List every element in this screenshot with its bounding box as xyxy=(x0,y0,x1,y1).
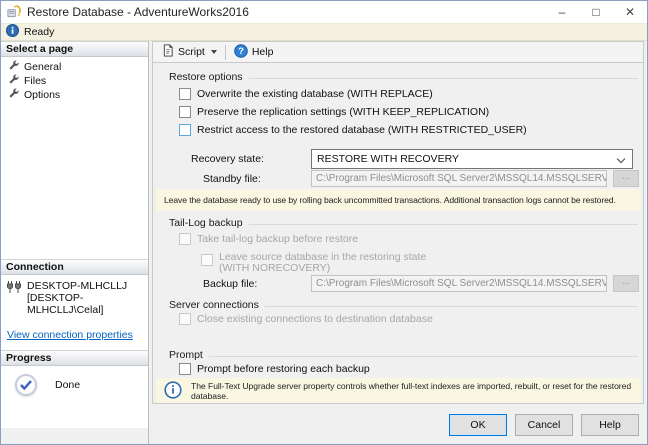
group-restore-options: Restore options xyxy=(169,71,638,83)
select-a-page-header: Select a page xyxy=(1,41,148,57)
fulltext-info-text: The Full-Text Upgrade server property co… xyxy=(191,381,632,401)
group-tail-log-backup: Tail-Log backup xyxy=(169,217,638,229)
sidebar-filler xyxy=(1,428,148,444)
prompt-checkbox[interactable] xyxy=(179,363,191,375)
group-label: Restore options xyxy=(169,71,243,83)
standby-file-browse-button: ... xyxy=(613,170,639,187)
connection-user: [DESKTOP-MLHCLLJ\Celal] xyxy=(27,292,104,316)
wrench-icon xyxy=(8,88,19,102)
progress-status: Done xyxy=(55,379,81,391)
recovery-note: Leave the database ready to use by rolli… xyxy=(156,189,641,211)
server-name: DESKTOP-MLHCLLJ xyxy=(27,280,128,292)
restore-database-icon xyxy=(7,4,21,21)
progress-panel: Done xyxy=(1,366,148,428)
take-tail-log-checkbox-row: Take tail-log backup before restore xyxy=(179,233,358,245)
toolbar-separator xyxy=(224,44,226,60)
close-button[interactable]: ✕ xyxy=(613,1,647,23)
info-icon xyxy=(6,24,19,40)
window-title: Restore Database - AdventureWorks2016 xyxy=(27,5,249,19)
restrict-access-checkbox[interactable] xyxy=(179,124,191,136)
progress-header: Progress xyxy=(1,350,148,366)
script-button-label: Script xyxy=(178,46,205,58)
server-connection-icon xyxy=(6,281,23,298)
group-server-connections: Server connections xyxy=(169,299,638,311)
close-connections-checkbox xyxy=(179,313,191,325)
leave-source-db-checkbox-row: Leave source database in the restoring s… xyxy=(201,252,426,274)
standby-file-input: C:\Program Files\Microsoft SQL Server2\M… xyxy=(311,170,607,187)
connection-panel: DESKTOP-MLHCLLJ [DESKTOP-MLHCLLJ\Celal] … xyxy=(1,275,148,350)
done-check-icon xyxy=(15,374,37,396)
preserve-replication-checkbox[interactable] xyxy=(179,106,191,118)
restrict-access-checkbox-label: Restrict access to the restored database… xyxy=(197,124,527,136)
info-circle-icon xyxy=(164,381,182,401)
leave-source-db-label-line2: (WITH NORECOVERY) xyxy=(219,262,331,274)
group-label: Prompt xyxy=(169,349,203,361)
take-tail-log-checkbox-label: Take tail-log backup before restore xyxy=(197,233,359,245)
wrench-icon xyxy=(8,60,19,74)
recovery-state-label: Recovery state: xyxy=(191,153,264,165)
sidebar-item-label: Files xyxy=(24,75,47,87)
window-controls: – □ ✕ xyxy=(545,1,647,23)
preserve-replication-checkbox-row: Preserve the replication settings (WITH … xyxy=(179,106,489,118)
chevron-down-icon xyxy=(616,154,626,164)
view-connection-properties-link[interactable]: View connection properties xyxy=(7,329,133,341)
group-prompt: Prompt xyxy=(169,349,638,361)
chevron-down-icon xyxy=(210,50,217,54)
overwrite-checkbox-label: Overwrite the existing database (WITH RE… xyxy=(197,88,433,100)
group-label: Tail-Log backup xyxy=(169,217,243,229)
wrench-icon xyxy=(8,74,19,88)
backup-file-input: C:\Program Files\Microsoft SQL Server2\M… xyxy=(311,275,607,292)
sidebar-item-general[interactable]: General xyxy=(1,60,148,74)
script-icon xyxy=(162,44,174,60)
preserve-replication-checkbox-label: Preserve the replication settings (WITH … xyxy=(197,106,490,118)
sidebar: Select a page General Files Options Conn… xyxy=(1,41,149,444)
restrict-access-checkbox-row: Restrict access to the restored database… xyxy=(179,124,527,136)
title-bar: Restore Database - AdventureWorks2016 – … xyxy=(1,1,647,23)
connection-info: DESKTOP-MLHCLLJ [DESKTOP-MLHCLLJ\Celal] xyxy=(27,280,148,316)
status-bar: Ready xyxy=(1,23,647,41)
backup-file-label: Backup file: xyxy=(203,278,258,290)
help-button[interactable]: ? Help xyxy=(229,42,279,63)
take-tail-log-checkbox xyxy=(179,233,191,245)
status-text: Ready xyxy=(24,26,55,38)
svg-text:?: ? xyxy=(238,46,244,57)
toolbar: Script ? Help xyxy=(152,41,644,63)
restore-database-dialog: Restore Database - AdventureWorks2016 – … xyxy=(0,0,648,445)
help-footer-button[interactable]: Help xyxy=(581,414,639,436)
connection-header: Connection xyxy=(1,259,148,275)
sidebar-item-files[interactable]: Files xyxy=(1,74,148,88)
options-page-content: Restore options Overwrite the existing d… xyxy=(152,63,644,404)
prompt-checkbox-row: Prompt before restoring each backup xyxy=(179,363,370,375)
group-label: Server connections xyxy=(169,299,259,311)
ok-button[interactable]: OK xyxy=(449,414,507,436)
recovery-state-dropdown[interactable]: RESTORE WITH RECOVERY xyxy=(311,149,633,169)
overwrite-checkbox[interactable] xyxy=(179,88,191,100)
help-icon: ? xyxy=(234,43,248,61)
recovery-state-value: RESTORE WITH RECOVERY xyxy=(317,153,459,165)
prompt-checkbox-label: Prompt before restoring each backup xyxy=(197,363,370,375)
leave-source-db-checkbox-label: Leave source database in the restoring s… xyxy=(219,252,426,274)
fulltext-info-box: The Full-Text Upgrade server property co… xyxy=(156,378,641,403)
standby-file-label: Standby file: xyxy=(203,173,261,185)
overwrite-checkbox-row: Overwrite the existing database (WITH RE… xyxy=(179,88,433,100)
minimize-button[interactable]: – xyxy=(545,1,579,23)
backup-file-browse-button: ... xyxy=(613,275,639,292)
sidebar-item-label: Options xyxy=(24,89,61,101)
sidebar-item-label: General xyxy=(24,61,62,73)
page-list: General Files Options xyxy=(1,57,148,259)
maximize-button[interactable]: □ xyxy=(579,1,613,23)
close-connections-checkbox-label: Close existing connections to destinatio… xyxy=(197,313,433,325)
leave-source-db-checkbox xyxy=(201,254,213,266)
sidebar-item-options[interactable]: Options xyxy=(1,88,148,102)
close-connections-checkbox-row: Close existing connections to destinatio… xyxy=(179,313,433,325)
script-button[interactable]: Script xyxy=(157,42,222,62)
dialog-footer: OK Cancel Help xyxy=(152,404,644,444)
help-button-label: Help xyxy=(251,46,274,58)
cancel-button[interactable]: Cancel xyxy=(515,414,573,436)
